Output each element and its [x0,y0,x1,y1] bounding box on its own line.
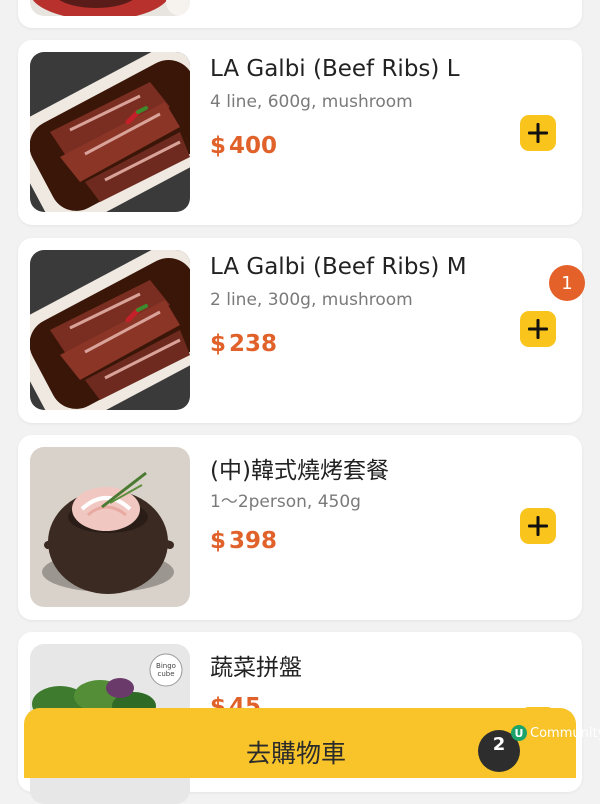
item-name: LA Galbi (Beef Ribs) L [210,56,460,82]
item-description: 1～2person, 450g [210,492,361,512]
item-card-partial-top [18,0,582,28]
watermark-text: Community [530,725,600,741]
item-price: $238 [210,331,277,357]
plus-icon [528,516,548,536]
item-name: (中)韓式燒烤套餐 [210,458,389,484]
add-to-cart-button[interactable] [520,311,556,347]
beef-ribs-photo [30,250,190,410]
price-value: 398 [229,528,278,554]
currency-symbol: $ [210,331,227,357]
plus-icon [528,123,548,143]
item-description: 4 line, 600g, mushroom [210,92,413,112]
item-name: 蔬菜拼盤 [210,655,302,681]
add-to-cart-button[interactable] [520,508,556,544]
svg-text:cube: cube [157,670,174,678]
price-value: 400 [229,133,278,159]
beef-ribs-photo [30,52,190,212]
item-photo-partial [30,0,190,16]
currency-symbol: $ [210,133,227,159]
currency-symbol: $ [210,528,227,554]
item-description: 2 line, 300g, mushroom [210,290,413,310]
price-value: 238 [229,331,278,357]
selected-quantity-badge: 1 [549,265,585,301]
add-to-cart-button[interactable] [520,115,556,151]
svg-text:Bingo: Bingo [156,662,176,670]
community-logo-icon: U [511,725,527,741]
menu-item-card[interactable]: LA Galbi (Beef Ribs) L 4 line, 600g, mus… [18,40,582,225]
meat-pot-photo [30,447,190,607]
community-watermark: U Community [511,725,600,741]
cart-label: 去購物車 [246,739,347,768]
item-price: $400 [210,133,277,159]
item-price: $398 [210,528,277,554]
menu-item-card[interactable]: (中)韓式燒烤套餐 1～2person, 450g $398 [18,435,582,620]
item-name: LA Galbi (Beef Ribs) M [210,254,467,280]
menu-item-card[interactable]: LA Galbi (Beef Ribs) M 2 line, 300g, mus… [18,238,582,423]
plus-icon [528,319,548,339]
